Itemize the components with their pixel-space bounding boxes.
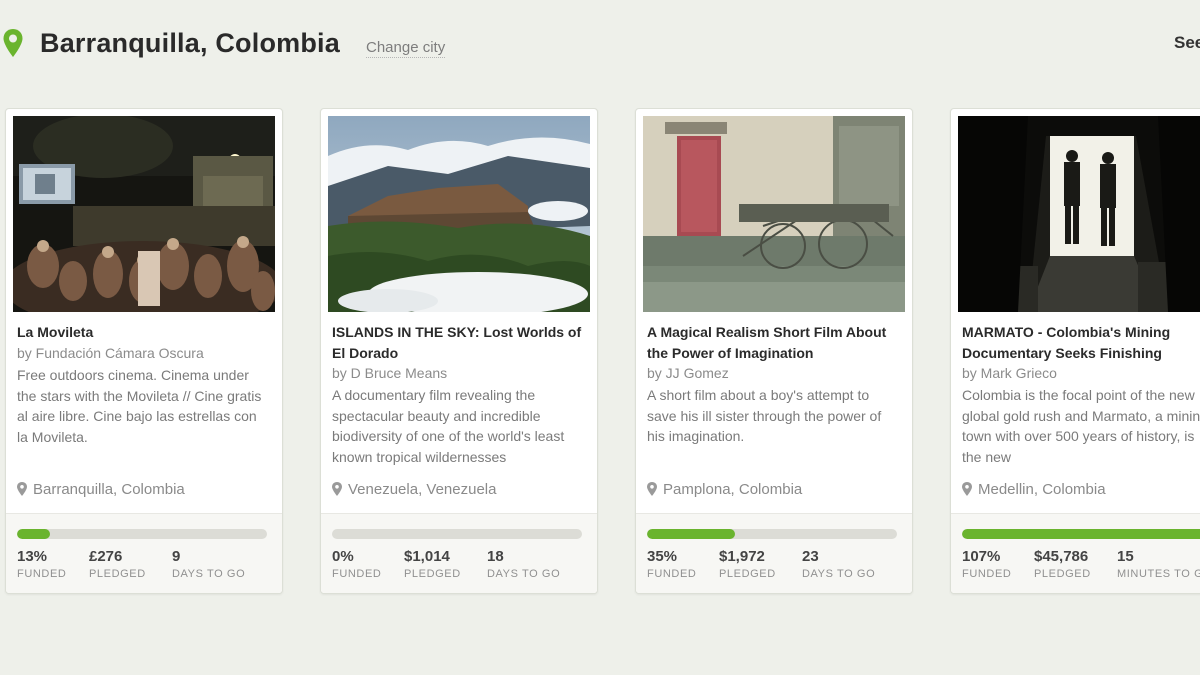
stat-label: PLEDGED xyxy=(89,568,146,580)
stat-days-to-go: 18 DAYS TO GO xyxy=(487,548,560,580)
stat-pledged: £276 PLEDGED xyxy=(89,548,146,580)
progress-fill xyxy=(647,529,735,539)
stat-value: $1,014 xyxy=(404,548,450,565)
project-card[interactable]: MARMATO - Colombia's Mining Documentary … xyxy=(950,108,1200,594)
project-title-link[interactable]: MARMATO - Colombia's Mining Documentary … xyxy=(962,322,1200,364)
stat-label: PLEDGED xyxy=(1034,568,1091,580)
project-creator: by D Bruce Means xyxy=(332,365,448,381)
see-all-link[interactable]: See xyxy=(1174,33,1200,53)
project-creator: by JJ Gomez xyxy=(647,365,729,381)
stat-value: 18 xyxy=(487,548,504,565)
project-blurb: A documentary film revealing the spectac… xyxy=(332,387,565,465)
funding-stats: 0% FUNDED $1,014 PLEDGED 18 DAYS TO GO xyxy=(321,513,597,593)
stat-pledged: $1,972 PLEDGED xyxy=(719,548,776,580)
stat-label: FUNDED xyxy=(962,568,1012,580)
map-pin-icon xyxy=(3,29,23,57)
stat-value: £276 xyxy=(89,548,123,565)
project-blurb: Free outdoors cinema. Cinema under the s… xyxy=(17,367,262,445)
location-pin-icon xyxy=(17,482,27,496)
stat-pledged: $45,786 PLEDGED xyxy=(1034,548,1091,580)
stat-value: 13% xyxy=(17,548,48,565)
project-title-link[interactable]: La Movileta xyxy=(17,322,273,343)
funding-stats: 13% FUNDED £276 PLEDGED 9 DAYS TO GO xyxy=(6,513,282,593)
project-location[interactable]: Medellin, Colombia xyxy=(962,481,1106,498)
stat-funded: 107% FUNDED xyxy=(962,548,1011,580)
funding-stats: 107% FUNDED $45,786 PLEDGED 15 MINUTES T… xyxy=(951,513,1200,593)
stat-label: FUNDED xyxy=(647,568,697,580)
stat-days-to-go: 23 DAYS TO GO xyxy=(802,548,875,580)
stat-value: 23 xyxy=(802,548,819,565)
stat-funded: 0% FUNDED xyxy=(332,548,381,580)
project-title-link[interactable]: A Magical Realism Short Film About the P… xyxy=(647,322,903,364)
stat-value: 35% xyxy=(647,548,678,565)
stat-pledged: $1,014 PLEDGED xyxy=(404,548,461,580)
project-creator: by Mark Grieco xyxy=(962,365,1057,381)
stat-label: DAYS TO GO xyxy=(802,568,876,580)
project-thumbnail[interactable] xyxy=(643,116,905,312)
project-creator: by Fundación Cámara Oscura xyxy=(17,345,204,361)
stat-label: MINUTES TO GO xyxy=(1117,568,1200,580)
progress-bar xyxy=(962,529,1200,539)
stat-days-to-go: 9 DAYS TO GO xyxy=(172,548,245,580)
project-blurb: A short film about a boy's attempt to sa… xyxy=(647,387,882,444)
stat-label: FUNDED xyxy=(332,568,382,580)
location-pin-icon xyxy=(962,482,972,496)
stat-funded: 13% FUNDED xyxy=(17,548,66,580)
stat-label: DAYS TO GO xyxy=(172,568,246,580)
progress-fill xyxy=(17,529,50,539)
project-thumbnail[interactable] xyxy=(328,116,590,312)
location-pin-icon xyxy=(647,482,657,496)
project-card[interactable]: La Movileta by Fundación Cámara Oscura F… xyxy=(5,108,283,594)
funding-stats: 35% FUNDED $1,972 PLEDGED 23 DAYS TO GO xyxy=(636,513,912,593)
city-title: Barranquilla, Colombia xyxy=(40,28,340,58)
project-blurb: Colombia is the focal point of the new g… xyxy=(962,387,1200,465)
project-location[interactable]: Barranquilla, Colombia xyxy=(17,481,185,498)
stat-label: DAYS TO GO xyxy=(487,568,561,580)
project-card[interactable]: A Magical Realism Short Film About the P… xyxy=(635,108,913,594)
project-location[interactable]: Venezuela, Venezuela xyxy=(332,481,496,498)
progress-fill xyxy=(962,529,1200,539)
location-pin-icon xyxy=(332,482,342,496)
location-text: Barranquilla, Colombia xyxy=(33,481,185,498)
stat-value: $45,786 xyxy=(1034,548,1089,565)
progress-bar xyxy=(17,529,267,539)
stat-days-to-go: 15 MINUTES TO GO xyxy=(1117,548,1200,580)
project-thumbnail[interactable] xyxy=(13,116,275,312)
stat-funded: 35% FUNDED xyxy=(647,548,696,580)
stat-label: FUNDED xyxy=(17,568,67,580)
change-city-link[interactable]: Change city xyxy=(366,39,446,58)
city-header: Barranquilla, Colombia Change city See xyxy=(0,22,1200,68)
stat-value: 0% xyxy=(332,548,354,565)
stat-label: PLEDGED xyxy=(719,568,776,580)
stat-value: 107% xyxy=(962,548,1001,565)
location-text: Medellin, Colombia xyxy=(978,481,1106,498)
stat-value: $1,972 xyxy=(719,548,765,565)
project-location[interactable]: Pamplona, Colombia xyxy=(647,481,802,498)
stat-value: 15 xyxy=(1117,548,1134,565)
progress-bar xyxy=(332,529,582,539)
progress-bar xyxy=(647,529,897,539)
project-title-link[interactable]: ISLANDS IN THE SKY: Lost Worlds of El Do… xyxy=(332,322,588,364)
location-text: Pamplona, Colombia xyxy=(663,481,803,498)
location-text: Venezuela, Venezuela xyxy=(348,481,497,498)
stat-value: 9 xyxy=(172,548,181,565)
project-thumbnail[interactable] xyxy=(958,116,1200,312)
project-card[interactable]: ISLANDS IN THE SKY: Lost Worlds of El Do… xyxy=(320,108,598,594)
stat-label: PLEDGED xyxy=(404,568,461,580)
